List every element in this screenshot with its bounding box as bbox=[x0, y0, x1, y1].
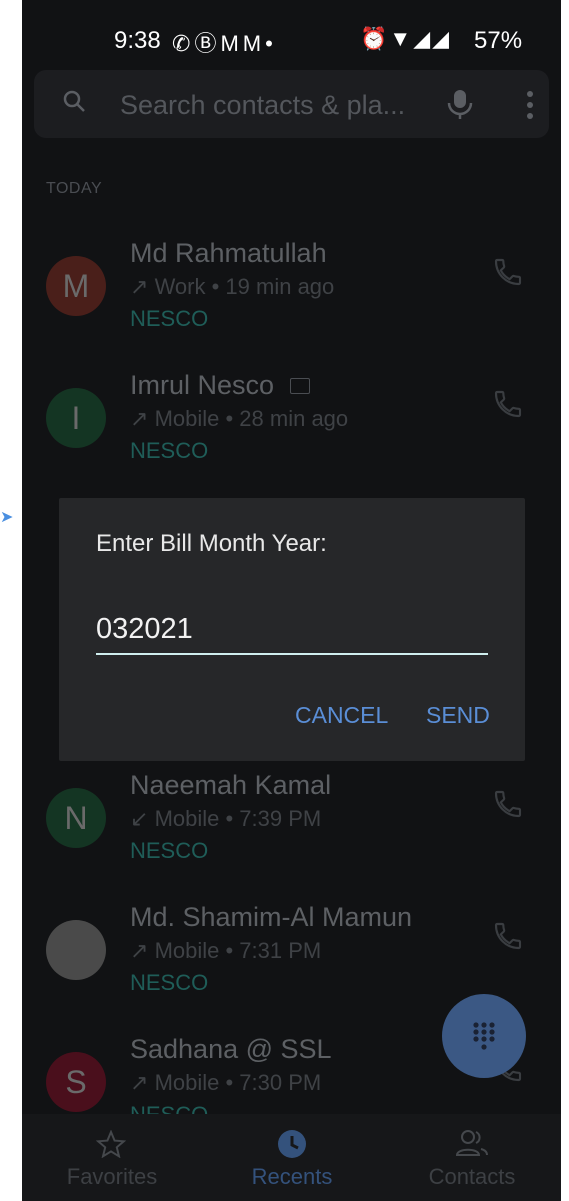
send-button[interactable]: SEND bbox=[426, 702, 490, 729]
mic-icon[interactable] bbox=[445, 88, 475, 120]
call-meta: ↗ Work • 19 min ago bbox=[130, 274, 334, 300]
section-header-today: TODAY bbox=[46, 180, 103, 197]
call-direction-icon: ↗ bbox=[130, 274, 149, 299]
call-detail: Mobile • 7:30 PM bbox=[154, 1070, 322, 1095]
call-detail: Mobile • 7:31 PM bbox=[154, 938, 322, 963]
alarm-icon: ⏰ bbox=[360, 26, 390, 51]
bill-month-input[interactable] bbox=[96, 608, 486, 650]
contact-avatar[interactable]: S bbox=[46, 1052, 106, 1112]
clock-icon bbox=[278, 1130, 306, 1158]
phone-screen: 9:38 ✆ⒷMM• ⏰▼◢◢ 57% TODAY MMd Rahmatulla… bbox=[22, 0, 561, 1201]
call-back-icon[interactable] bbox=[492, 388, 524, 420]
system-icons: ⏰▼◢◢ bbox=[360, 26, 451, 52]
nav-label-contacts: Contacts bbox=[428, 1164, 516, 1189]
gmail-icon: M bbox=[242, 31, 266, 56]
call-label: NESCO bbox=[130, 438, 209, 463]
status-bar: 9:38 ✆ⒷMM• ⏰▼◢◢ 57% bbox=[22, 0, 561, 80]
contact-name: Imrul Nesco bbox=[130, 370, 275, 400]
cancel-button[interactable]: CANCEL bbox=[295, 702, 388, 729]
call-back-icon[interactable] bbox=[492, 788, 524, 820]
call-log-row[interactable]: M Md Rahmatullah ↗ Work • 19 min ago NESCO bbox=[22, 238, 561, 368]
input-underline bbox=[96, 653, 488, 655]
bill-month-field[interactable] bbox=[96, 608, 488, 655]
call-meta: ↗ Mobile • 28 min ago bbox=[130, 406, 348, 432]
contact-name: Naeemah Kamal bbox=[130, 770, 332, 800]
more-options-icon[interactable] bbox=[526, 90, 534, 120]
search-bar[interactable] bbox=[34, 70, 549, 138]
nav-favorites[interactable]: Favorites bbox=[32, 1114, 192, 1201]
nav-contacts[interactable]: Contacts bbox=[392, 1114, 552, 1201]
b-icon: Ⓑ bbox=[194, 31, 221, 56]
contact-avatar[interactable]: I bbox=[46, 388, 106, 448]
contact-avatar[interactable]: M bbox=[46, 256, 106, 316]
whatsapp-icon: ✆ bbox=[172, 31, 195, 56]
call-meta: ↙ Mobile • 7:39 PM bbox=[130, 806, 321, 832]
contact-name: Md Rahmatullah bbox=[130, 238, 327, 268]
status-time: 9:38 bbox=[114, 27, 161, 54]
call-back-icon[interactable] bbox=[492, 920, 524, 952]
signal-icon: ◢ bbox=[413, 26, 433, 51]
star-icon bbox=[96, 1130, 126, 1158]
bottom-navigation: Favorites Recents Contacts bbox=[22, 1114, 561, 1201]
search-input[interactable] bbox=[118, 86, 432, 124]
people-icon bbox=[455, 1130, 488, 1156]
call-back-icon[interactable] bbox=[492, 256, 524, 288]
call-log-row[interactable]: N Naeemah Kamal ↙ Mobile • 7:39 PM NESCO bbox=[22, 770, 561, 900]
contact-name: Md. Shamim-Al Mamun bbox=[130, 902, 413, 932]
edge-arrow-icon: ➤ bbox=[0, 509, 14, 526]
signal-icon: ◢ bbox=[432, 26, 452, 51]
call-label: NESCO bbox=[130, 970, 209, 995]
call-detail: Work • 19 min ago bbox=[154, 274, 335, 299]
hd-voice-icon bbox=[290, 378, 310, 394]
dot-icon: • bbox=[265, 31, 277, 56]
contact-avatar[interactable]: N bbox=[46, 788, 106, 848]
call-meta: ↗ Mobile • 7:30 PM bbox=[130, 1070, 321, 1096]
contact-avatar[interactable] bbox=[46, 920, 106, 980]
gmail-icon: M bbox=[220, 31, 243, 56]
call-direction-icon: ↗ bbox=[130, 406, 149, 431]
call-label: NESCO bbox=[130, 306, 209, 331]
call-label: NESCO bbox=[130, 838, 209, 863]
call-detail: Mobile • 28 min ago bbox=[154, 406, 349, 431]
notification-icons: ✆ⒷMM• bbox=[172, 26, 277, 58]
call-direction-icon: ↗ bbox=[130, 938, 149, 963]
search-icon[interactable] bbox=[62, 89, 86, 113]
bill-month-dialog: Enter Bill Month Year: CANCEL SEND bbox=[59, 498, 525, 761]
dialpad-button[interactable] bbox=[442, 994, 526, 1078]
wifi-icon: ▼ bbox=[389, 26, 414, 51]
call-detail: Mobile • 7:39 PM bbox=[154, 806, 322, 831]
call-direction-icon: ↗ bbox=[130, 1070, 149, 1095]
nav-recents[interactable]: Recents bbox=[212, 1114, 372, 1201]
battery-level: 57% bbox=[474, 27, 523, 54]
nav-label-recents: Recents bbox=[251, 1164, 333, 1189]
call-direction-icon: ↙ bbox=[130, 806, 149, 831]
nav-label-favorites: Favorites bbox=[66, 1164, 158, 1189]
dialpad-icon[interactable] bbox=[472, 1021, 496, 1051]
contact-name: Sadhana @ SSL bbox=[130, 1034, 332, 1064]
dialog-title: Enter Bill Month Year: bbox=[96, 530, 327, 557]
call-meta: ↗ Mobile • 7:31 PM bbox=[130, 938, 321, 964]
call-log-row[interactable]: I Imrul Nesco ↗ Mobile • 28 min ago NESCO bbox=[22, 370, 561, 500]
